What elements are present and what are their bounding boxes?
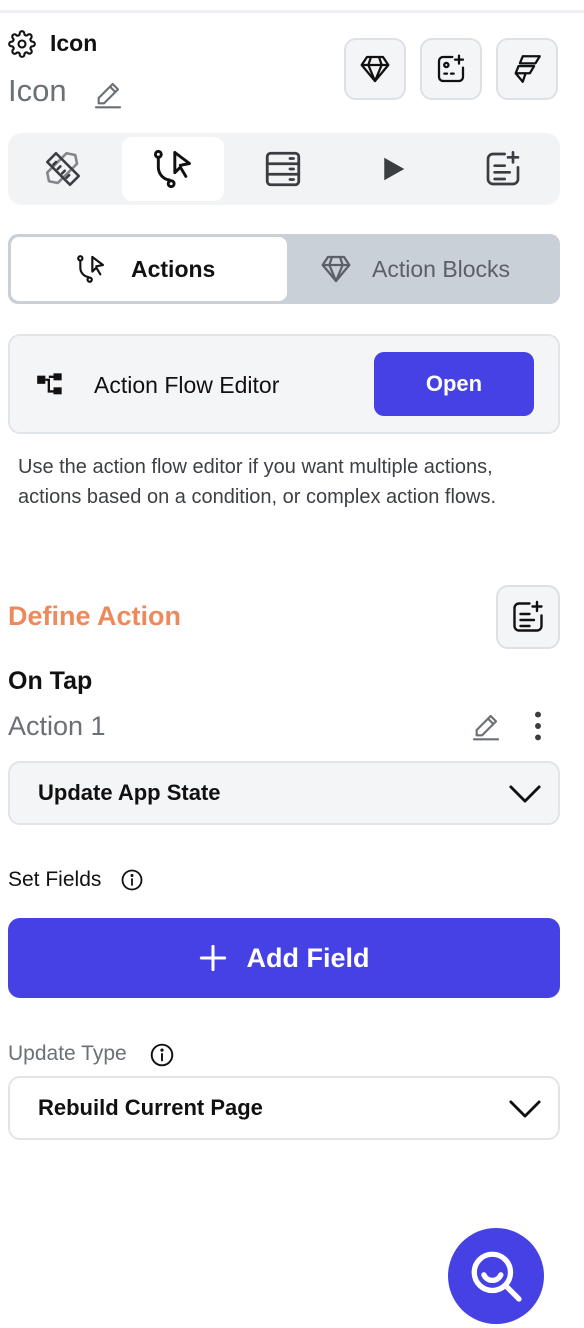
action-name: Action 1 — [8, 711, 106, 741]
tab-properties[interactable] — [12, 137, 114, 201]
doc-add-icon — [513, 600, 543, 632]
add-field-label: Add Field — [246, 942, 370, 973]
widget-name: Icon — [8, 73, 67, 108]
segment-actions[interactable]: Actions — [11, 237, 287, 301]
edit-name-pencil-icon[interactable] — [92, 78, 124, 110]
actions-segmented-control: Actions Action Blocks — [8, 234, 560, 304]
action-flow-description: Use the action flow editor if you want m… — [18, 456, 497, 508]
define-action-heading: Define Action — [8, 601, 182, 631]
panel-title: Icon — [50, 30, 98, 56]
flutterflow-logo-icon — [514, 55, 541, 83]
add-widget-button[interactable] — [420, 38, 482, 100]
flow-cursor-icon — [77, 255, 105, 283]
chevron-down-icon — [509, 1100, 541, 1118]
chevron-down-icon — [509, 785, 541, 803]
search-fab-button[interactable] — [448, 1228, 544, 1324]
action-flow-editor-card: Action Flow Editor Open — [8, 334, 560, 434]
edit-action-pencil-icon[interactable] — [470, 710, 502, 742]
open-action-flow-button[interactable]: Open — [374, 352, 534, 416]
set-fields-label: Set Fields — [8, 868, 102, 891]
action-type-value: Update App State — [38, 780, 221, 805]
play-icon — [384, 157, 405, 181]
flutterflow-button[interactable] — [496, 38, 558, 100]
info-icon[interactable] — [120, 868, 144, 892]
info-icon[interactable] — [149, 1042, 175, 1068]
update-type-value: Rebuild Current Page — [38, 1095, 263, 1120]
server-icon — [265, 151, 301, 187]
plus-icon — [199, 944, 226, 972]
gem-icon — [360, 55, 390, 83]
gem-icon — [321, 255, 351, 283]
flow-tree-icon — [37, 373, 62, 395]
tab-backend-query[interactable] — [232, 137, 334, 201]
tab-add-doc[interactable] — [452, 137, 554, 201]
segment-action-blocks[interactable]: Action Blocks — [290, 237, 556, 301]
trigger-label: On Tap — [8, 667, 93, 695]
gem-button[interactable] — [344, 38, 406, 100]
segment-action-blocks-label: Action Blocks — [372, 255, 511, 282]
action-flow-editor-title: Action Flow Editor — [94, 372, 280, 398]
flow-cursor-icon — [153, 149, 191, 189]
add-widget-icon — [437, 54, 465, 83]
tab-animations[interactable] — [342, 137, 444, 201]
more-vertical-icon[interactable] — [524, 710, 552, 742]
update-type-dropdown[interactable]: Rebuild Current Page — [8, 1076, 560, 1140]
segment-actions-label: Actions — [131, 255, 216, 282]
ruler-pencil-icon — [45, 151, 81, 187]
top-divider — [0, 10, 584, 13]
doc-add-icon — [486, 151, 520, 186]
add-field-button[interactable]: Add Field — [8, 918, 560, 998]
search-icon — [471, 1251, 522, 1302]
gear-icon[interactable] — [8, 30, 36, 58]
property-tab-bar — [8, 133, 560, 205]
add-action-button[interactable] — [496, 585, 560, 649]
tab-actions[interactable] — [122, 137, 224, 201]
action-type-dropdown[interactable]: Update App State — [8, 761, 560, 825]
update-type-label: Update Type — [8, 1042, 127, 1065]
